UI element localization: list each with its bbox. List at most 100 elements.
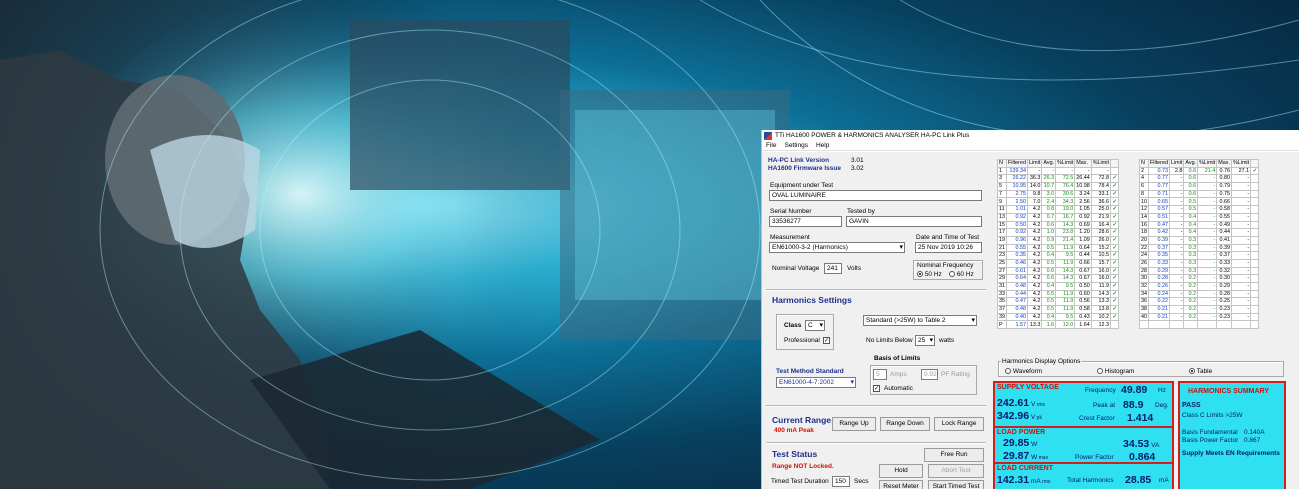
table-cell: 0.43: [1074, 312, 1092, 322]
total-harmonics-value: 28.85: [1125, 474, 1152, 486]
class-select[interactable]: C: [805, 320, 825, 331]
load-power-title: LOAD POWER: [997, 429, 1046, 436]
table-cell: 32: [1139, 282, 1149, 291]
harmonics-table-even: N Filtered Limit Avg. %Limit Max. %Limit 2 0.73 2…: [1139, 159, 1260, 330]
table-row: 5 10.95 14.0 10.7 76.4 10.98 78.4 ✓: [997, 182, 1119, 191]
freq-60-option[interactable]: 60 Hz: [949, 271, 974, 278]
menu-help[interactable]: Help: [816, 142, 829, 149]
table-cell: 4.2: [1026, 251, 1043, 260]
no-limits-select[interactable]: 25: [915, 335, 935, 346]
menu-settings[interactable]: Settings: [784, 142, 808, 149]
table-cell: 0.5: [1041, 258, 1057, 268]
table-cell: 0.23: [1216, 305, 1232, 314]
table-cell: 1.05: [1074, 205, 1092, 214]
method-select[interactable]: EN61000-4-7:2002: [776, 377, 856, 388]
tested-by-input[interactable]: GAVIN: [846, 216, 982, 227]
serial-input[interactable]: 33536277: [769, 216, 842, 227]
lock-range-button[interactable]: Lock Range: [934, 417, 984, 431]
hold-button[interactable]: Hold: [879, 464, 923, 478]
table-cell: 25.0: [1090, 205, 1111, 214]
measurement-select[interactable]: EN61000-3-2 (Harmonics): [769, 242, 905, 253]
table-cell: -: [1197, 197, 1218, 207]
table-row: 6 0.77-0.6-0.79-: [1139, 182, 1260, 191]
waveform-option[interactable]: Waveform: [1005, 368, 1042, 375]
table-row: 7 2.75 9.8 3.0 30.6 3.24 33.1 ✓: [997, 189, 1119, 199]
test-status-text: Range NOT Locked.: [772, 463, 834, 470]
table-row: 31 0.48 4.2 0.4 9.5 0.50 11.9 ✓: [997, 282, 1119, 291]
table-cell: 0.65: [1148, 197, 1170, 207]
reset-meter-button[interactable]: Reset Meter: [879, 480, 923, 489]
table-cell: 26.44: [1074, 174, 1092, 184]
table-cell: 21.4: [1055, 235, 1076, 245]
standard-select[interactable]: Standard (>25W) to Table 2: [863, 315, 977, 326]
table-cell: 3: [997, 174, 1007, 184]
basis-fundamental-label: Basis Fundamental: [1182, 429, 1238, 436]
start-timed-test-button[interactable]: Start Timed Test: [928, 480, 984, 489]
table-cell: 4.2: [1026, 235, 1043, 245]
equipment-input[interactable]: OVAL LUMINAIRE: [769, 190, 982, 201]
datetime-input[interactable]: 25 Nov 2019 10:26: [915, 242, 982, 253]
table-cell: 0.4: [1041, 282, 1057, 291]
table-option[interactable]: Table: [1189, 368, 1212, 375]
nominal-voltage-input[interactable]: 241: [824, 263, 842, 274]
watts-readout: 29.85 W: [1003, 437, 1037, 449]
vrms-readout: 242.61 V rms: [997, 397, 1046, 409]
duration-unit: Secs: [854, 478, 869, 485]
table-cell: 12.3: [1090, 320, 1111, 330]
table-cell: 4.2: [1026, 266, 1043, 276]
table-cell: 0.44: [1216, 228, 1232, 237]
histogram-option[interactable]: Histogram: [1097, 368, 1134, 375]
table-cell: [1250, 197, 1260, 207]
table-row: 3 26.22 36.3 26.3 72.5 26.44 72.8 ✓: [997, 174, 1119, 184]
automatic-checkbox[interactable]: ✓: [873, 385, 880, 392]
range-down-button[interactable]: Range Down: [880, 417, 930, 431]
table-cell: -: [1090, 166, 1111, 176]
table-cell: 0.67: [1074, 274, 1092, 283]
frequency-value: 49.89: [1121, 384, 1148, 396]
table-cell: 7.0: [1026, 197, 1043, 207]
freq-50-option[interactable]: 50 Hz: [917, 271, 942, 278]
column-header: Limit: [1026, 159, 1043, 168]
table-cell: 0.35: [1006, 251, 1028, 260]
voltage-unit: Volts: [847, 265, 862, 272]
table-cell: -: [1074, 166, 1092, 176]
table-cell: -: [1197, 312, 1218, 322]
table-cell: [1250, 312, 1260, 322]
basis-of-limits-label: Basis of Limits: [874, 355, 921, 362]
table-cell: 0.92: [1006, 228, 1028, 237]
duration-input[interactable]: 150: [832, 476, 850, 487]
table-cell: 26.22: [1006, 174, 1028, 184]
basis-pf-value: 0.867: [1244, 437, 1261, 444]
table-cell: 22: [1139, 243, 1149, 253]
table-cell: 20: [1139, 235, 1149, 245]
menu-file[interactable]: File: [766, 142, 776, 149]
pass-check-icon: ✓: [1109, 182, 1119, 191]
table-cell: 4.2: [1026, 228, 1043, 237]
table-cell: 0.2: [1183, 297, 1199, 307]
table-cell: 0.3: [1183, 251, 1199, 260]
table-cell: 0.58: [1216, 205, 1232, 214]
abort-test-button[interactable]: Abort Test: [928, 464, 984, 478]
table-row: 24 0.35-0.3-0.37-: [1139, 251, 1260, 260]
table-cell: -: [1168, 228, 1185, 237]
table-cell: 0.25: [1216, 297, 1232, 307]
total-harmonics-unit: mA: [1159, 477, 1169, 484]
table-cell: 13.8: [1090, 305, 1111, 314]
table-cell: -: [1230, 235, 1252, 245]
table-cell: 0.32: [1216, 266, 1232, 276]
table-cell: 0.5: [1041, 305, 1057, 314]
display-options-group: Harmonics Display Options Waveform Histo…: [998, 358, 1284, 377]
range-up-button[interactable]: Range Up: [832, 417, 876, 431]
pf-rating-input[interactable]: 0.920: [921, 369, 938, 380]
table-cell: 0.6: [1041, 274, 1057, 283]
amps-input[interactable]: 5: [873, 369, 887, 380]
professional-checkbox[interactable]: ✓: [823, 337, 830, 344]
table-cell: 4.2: [1026, 312, 1043, 322]
free-run-button[interactable]: Free Run: [924, 448, 984, 462]
table-cell: 0.3: [1183, 258, 1199, 268]
table-cell: 17: [997, 228, 1007, 237]
table-row: 40 0.21-0.2-0.23-: [1139, 312, 1260, 322]
table-cell: 6: [1139, 182, 1149, 191]
pass-check-icon: ✓: [1109, 220, 1119, 230]
table-cell: 1.64: [1074, 320, 1092, 330]
